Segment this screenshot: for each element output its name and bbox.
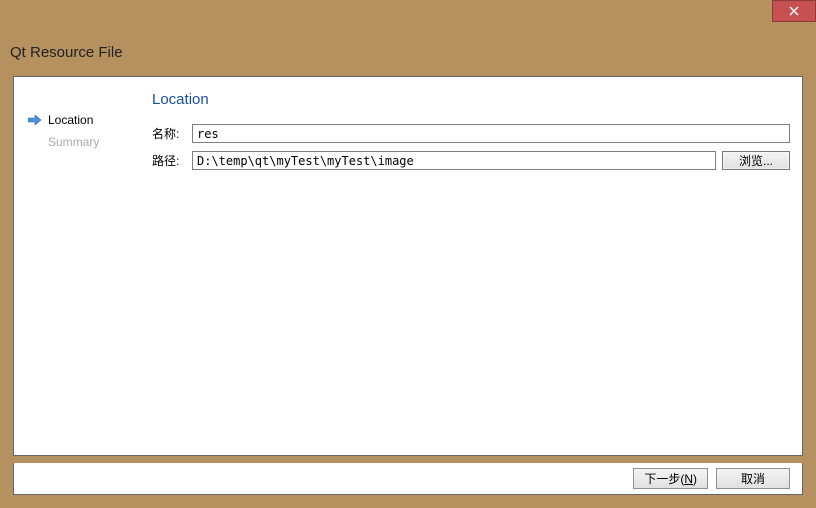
section-title: Location — [152, 91, 790, 108]
next-button-label-post: ) — [693, 472, 697, 486]
main-panel: Location 名称: 路径: 浏览... — [142, 77, 802, 455]
browse-button-label: 浏览... — [739, 152, 773, 169]
wizard-sidebar: Location Summary — [14, 77, 142, 455]
content-area: Location Summary Location 名称: 路径: 浏览... — [13, 76, 803, 456]
sidebar-item-label: Location — [48, 113, 93, 127]
path-label: 路径: — [152, 152, 186, 169]
dialog-window: Qt Resource File Location Summary Locati… — [0, 0, 816, 508]
form-row-path: 路径: 浏览... — [152, 151, 790, 170]
path-input[interactable] — [192, 151, 716, 170]
form-row-name: 名称: — [152, 124, 790, 143]
footer-button-bar: 下一步(N) 取消 — [13, 463, 803, 495]
sidebar-item-location[interactable]: Location — [14, 111, 142, 129]
next-button[interactable]: 下一步(N) — [633, 468, 708, 489]
sidebar-item-summary: Summary — [14, 133, 142, 151]
next-button-label-pre: 下一步( — [644, 470, 684, 487]
browse-button[interactable]: 浏览... — [722, 151, 790, 170]
titlebar — [0, 0, 816, 33]
next-button-label-key: N — [684, 472, 693, 486]
cancel-button-label: 取消 — [741, 470, 765, 487]
cancel-button[interactable]: 取消 — [716, 468, 790, 489]
name-label: 名称: — [152, 125, 186, 142]
window-title: Qt Resource File — [10, 44, 123, 61]
sidebar-item-label: Summary — [48, 135, 99, 149]
close-icon — [789, 6, 799, 16]
close-button[interactable] — [772, 0, 816, 22]
name-input[interactable] — [192, 124, 790, 143]
arrow-right-icon — [28, 114, 42, 126]
